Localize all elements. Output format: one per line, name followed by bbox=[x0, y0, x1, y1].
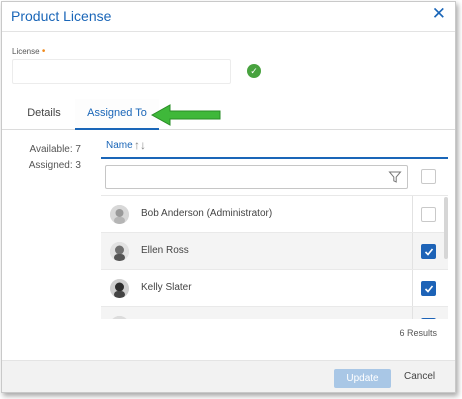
dialog-title: Product License bbox=[11, 8, 112, 24]
row-checkbox[interactable] bbox=[421, 244, 436, 259]
column-divider bbox=[412, 233, 413, 269]
name-filter-input[interactable] bbox=[105, 165, 408, 189]
list-scrollbar[interactable] bbox=[444, 197, 448, 259]
name-column-header[interactable]: Name ↑↓ bbox=[101, 135, 448, 159]
update-button[interactable]: Update bbox=[334, 369, 391, 388]
user-list: Bob Anderson (Administrator) Ellen Ross … bbox=[101, 195, 448, 319]
column-divider bbox=[412, 270, 413, 306]
cancel-button[interactable]: Cancel bbox=[404, 371, 435, 382]
check-circle-icon: ✓ bbox=[247, 64, 261, 78]
list-item[interactable] bbox=[101, 307, 448, 319]
sort-icon[interactable]: ↑↓ bbox=[134, 138, 146, 152]
list-item[interactable]: Ellen Ross bbox=[101, 233, 448, 270]
avatar bbox=[110, 279, 129, 298]
row-checkbox[interactable] bbox=[421, 207, 436, 222]
select-all-checkbox[interactable] bbox=[421, 169, 436, 184]
license-counts: Available: 7 Assigned: 3 bbox=[19, 142, 81, 174]
tab-details[interactable]: Details bbox=[15, 99, 73, 130]
license-label: License • bbox=[12, 46, 45, 57]
product-license-dialog: Product License ✕ License • ✓ Details As… bbox=[1, 1, 456, 393]
list-item[interactable]: Bob Anderson (Administrator) bbox=[101, 196, 448, 233]
assigned-count: Assigned: 3 bbox=[28, 160, 81, 171]
close-icon[interactable]: ✕ bbox=[432, 4, 446, 24]
tab-assigned-to[interactable]: Assigned To bbox=[75, 99, 159, 130]
avatar bbox=[110, 205, 129, 224]
filter-icon[interactable] bbox=[388, 170, 402, 184]
dialog-footer: Update Cancel bbox=[2, 360, 455, 392]
list-item[interactable]: Kelly Slater bbox=[101, 270, 448, 307]
row-checkbox[interactable] bbox=[421, 318, 436, 319]
user-name: Ellen Ross bbox=[141, 245, 189, 256]
name-column-label[interactable]: Name bbox=[106, 140, 133, 151]
license-input[interactable] bbox=[12, 59, 231, 84]
required-marker: • bbox=[41, 46, 46, 57]
user-name: Kelly Slater bbox=[141, 282, 192, 293]
column-divider bbox=[412, 307, 413, 319]
avatar bbox=[110, 242, 129, 261]
avatar bbox=[110, 316, 129, 319]
user-name: Bob Anderson (Administrator) bbox=[141, 208, 273, 219]
available-count: Available: 7 bbox=[29, 144, 81, 155]
column-divider bbox=[412, 196, 413, 232]
results-count: 6 Results bbox=[399, 328, 437, 338]
green-arrow-icon bbox=[150, 104, 221, 126]
title-divider bbox=[2, 31, 455, 32]
tab-bar: Details Assigned To bbox=[2, 99, 455, 130]
row-checkbox[interactable] bbox=[421, 281, 436, 296]
license-label-text: License bbox=[12, 47, 40, 56]
